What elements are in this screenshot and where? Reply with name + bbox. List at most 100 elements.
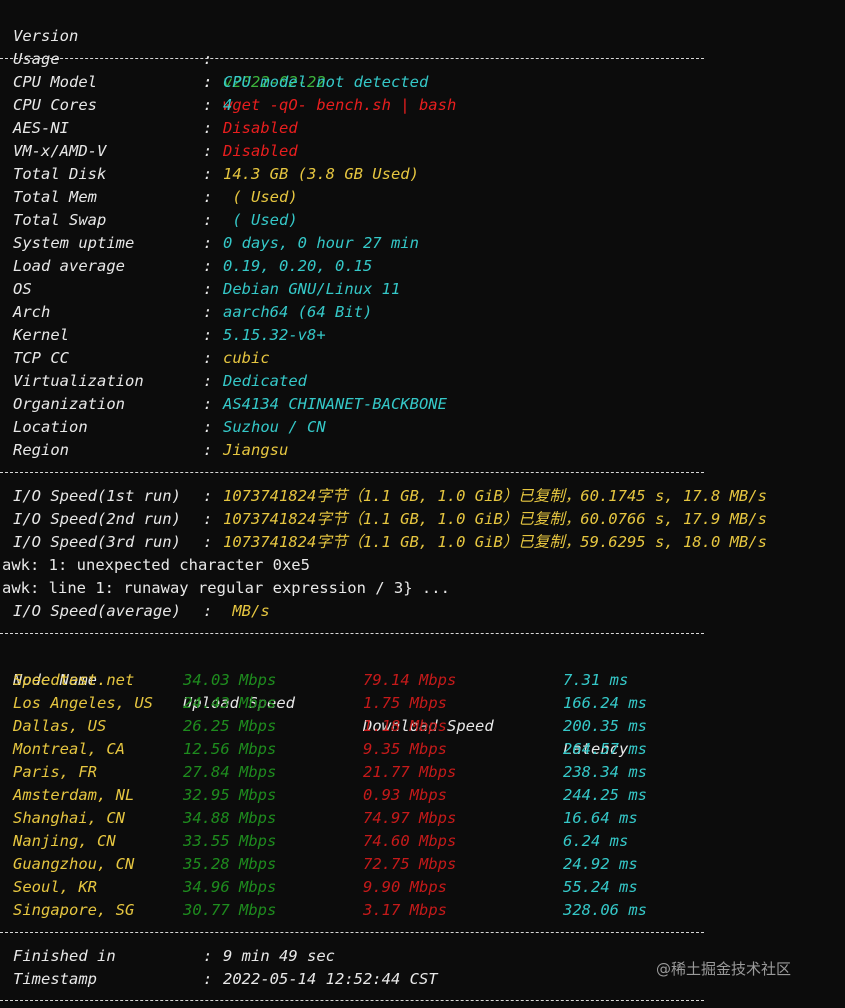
- latency: 264.57 ms: [563, 740, 647, 758]
- latency: 55.24 ms: [563, 878, 638, 896]
- separator: [0, 58, 704, 59]
- sysinfo-value: 0.19, 0.20, 0.15: [223, 257, 373, 275]
- sysinfo-value: 4: [223, 96, 233, 114]
- sysinfo-value: ( Used): [223, 188, 298, 206]
- download-speed: 3.17 Mbps: [363, 901, 447, 919]
- download-speed: 9.35 Mbps: [363, 740, 447, 758]
- download-speed: 74.97 Mbps: [363, 809, 457, 827]
- colon: :: [203, 349, 213, 367]
- sysinfo-label: Load average: [13, 257, 125, 275]
- separator: [0, 932, 704, 933]
- usage-label: Usage: [13, 50, 60, 68]
- colon: :: [203, 188, 213, 206]
- node-name: Montreal, CA: [13, 740, 125, 758]
- timestamp-value: 2022-05-14 12:52:44 CST: [223, 970, 438, 988]
- sysinfo-value: Suzhou / CN: [223, 418, 326, 436]
- download-speed: 74.60 Mbps: [363, 832, 457, 850]
- sysinfo-label: Total Swap: [13, 211, 107, 229]
- sysinfo-value: cubic: [223, 349, 270, 367]
- sysinfo-label: Total Disk: [13, 165, 107, 183]
- sysinfo-label: Virtualization: [13, 372, 144, 390]
- sysinfo-label: CPU Cores: [13, 96, 97, 114]
- separator: [0, 472, 704, 473]
- download-speed: 79.14 Mbps: [363, 671, 457, 689]
- colon: :: [203, 280, 213, 298]
- sysinfo-label: OS: [13, 280, 32, 298]
- colon: :: [203, 73, 213, 91]
- latency: 238.34 ms: [563, 763, 647, 781]
- io-run-value: 1073741824字节（1.1 GB, 1.0 GiB）已复制，59.6295…: [223, 533, 767, 551]
- sysinfo-label: CPU Model: [13, 73, 97, 91]
- timestamp-label: Timestamp: [13, 970, 97, 988]
- sysinfo-value: Disabled: [223, 119, 298, 137]
- download-speed: 72.75 Mbps: [363, 855, 457, 873]
- node-name: Guangzhou, CN: [13, 855, 135, 873]
- colon: :: [203, 303, 213, 321]
- upload-speed: 33.55 Mbps: [183, 832, 277, 850]
- io-run-value: 1073741824字节（1.1 GB, 1.0 GiB）已复制，60.1745…: [223, 487, 767, 505]
- colon: :: [203, 372, 213, 390]
- sysinfo-label: Region: [13, 441, 69, 459]
- sysinfo-value: AS4134 CHINANET-BACKBONE: [223, 395, 447, 413]
- colon: :: [203, 441, 213, 459]
- watermark: @稀土掘金技术社区: [656, 960, 792, 978]
- colon: :: [203, 257, 213, 275]
- download-speed: 1.75 Mbps: [363, 694, 447, 712]
- sysinfo-value: Dedicated: [223, 372, 307, 390]
- colon: :: [203, 211, 213, 229]
- io-average-label: I/O Speed(average): [13, 602, 181, 620]
- colon: :: [203, 533, 213, 551]
- node-name: Singapore, SG: [13, 901, 135, 919]
- node-name: Speedtest.net: [13, 671, 135, 689]
- sysinfo-label: AES-NI: [13, 119, 69, 137]
- sysinfo-label: TCP CC: [13, 349, 69, 367]
- upload-speed: 30.77 Mbps: [183, 901, 277, 919]
- colon: :: [203, 96, 213, 114]
- usage-value: wget -qO- bench.sh | bash: [223, 96, 457, 114]
- node-name: Seoul, KR: [13, 878, 97, 896]
- sysinfo-value: Debian GNU/Linux 11: [223, 280, 401, 298]
- colon: :: [203, 418, 213, 436]
- sysinfo-label: Arch: [13, 303, 51, 321]
- latency: 24.92 ms: [563, 855, 638, 873]
- upload-speed: 34.96 Mbps: [183, 878, 277, 896]
- colon: :: [203, 119, 213, 137]
- colon: :: [203, 50, 213, 68]
- colon: :: [203, 947, 213, 965]
- sysinfo-label: Location: [13, 418, 88, 436]
- sysinfo-value: aarch64 (64 Bit): [223, 303, 373, 321]
- awk-error-line: awk: 1: unexpected character 0xe5: [2, 556, 310, 574]
- colon: :: [203, 234, 213, 252]
- sysinfo-label: System uptime: [13, 234, 135, 252]
- node-name: Nanjing, CN: [13, 832, 116, 850]
- download-speed: 9.90 Mbps: [363, 878, 447, 896]
- colon: :: [203, 487, 213, 505]
- colon: :: [203, 602, 213, 620]
- finished-label: Finished in: [13, 947, 116, 965]
- colon: :: [203, 142, 213, 160]
- sysinfo-label: Total Mem: [13, 188, 97, 206]
- awk-error-line: awk: line 1: runaway regular expression …: [2, 579, 450, 597]
- terminal-window[interactable]: Version : v2022-02-22 Usage : wget -qO- …: [0, 0, 845, 1008]
- io-run-label: I/O Speed(3rd run): [13, 533, 181, 551]
- io-run-label: I/O Speed(1st run): [13, 487, 181, 505]
- separator: [0, 1000, 704, 1001]
- latency: 200.35 ms: [563, 717, 647, 735]
- latency: 166.24 ms: [563, 694, 647, 712]
- io-run-value: 1073741824字节（1.1 GB, 1.0 GiB）已复制，60.0766…: [223, 510, 767, 528]
- sysinfo-value: 5.15.32-v8+: [223, 326, 326, 344]
- upload-speed: 32.95 Mbps: [183, 786, 277, 804]
- sysinfo-value: 14.3 GB (3.8 GB Used): [223, 165, 419, 183]
- usage-row: Usage : wget -qO- bench.sh | bash: [0, 25, 456, 114]
- colon: :: [203, 510, 213, 528]
- latency: 6.24 ms: [563, 832, 629, 850]
- latency: 328.06 ms: [563, 901, 647, 919]
- io-run-label: I/O Speed(2nd run): [13, 510, 181, 528]
- sysinfo-label: Kernel: [13, 326, 69, 344]
- finished-value: 9 min 49 sec: [223, 947, 335, 965]
- colon: :: [203, 970, 213, 988]
- sysinfo-value: 0 days, 0 hour 27 min: [223, 234, 419, 252]
- node-name: Amsterdam, NL: [13, 786, 135, 804]
- node-name: Paris, FR: [13, 763, 97, 781]
- sysinfo-label: VM-x/AMD-V: [13, 142, 107, 160]
